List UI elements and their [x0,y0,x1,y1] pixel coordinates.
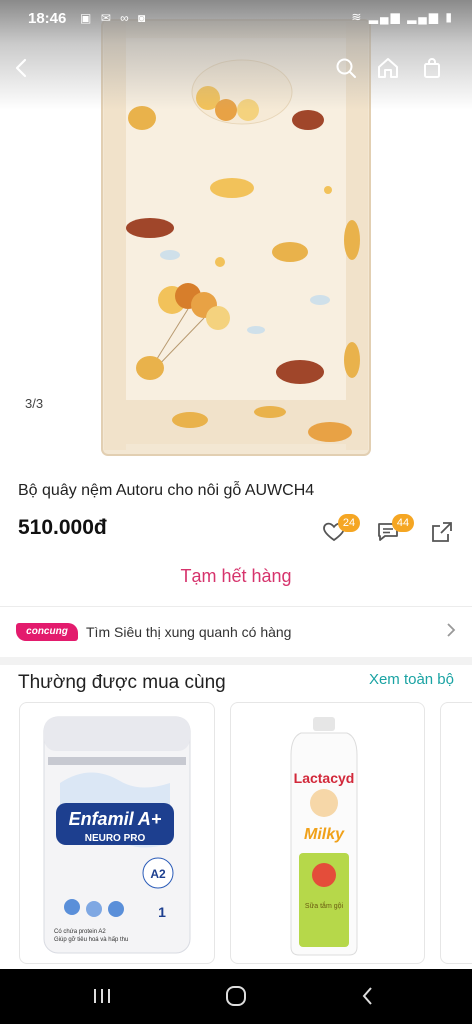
mail-icon: ✉ [100,11,114,25]
app-icon: ◙ [138,11,149,25]
card-note: Sữa tắm gội [305,901,344,910]
comments-count-badge: 44 [392,514,414,532]
share-icon [432,522,452,542]
image-counter: 3/3 [25,396,44,411]
card-note-2: Giúp gỡ tiêu hoá và hấp thu [54,937,128,943]
link-icon: ∞ [120,11,132,25]
card-tag: A2 [150,867,166,881]
recent-apps-icon [94,989,110,1003]
product-card[interactable]: Enfamil A+ NEURO PRO A2 1 Có chứa protei… [19,702,215,964]
system-icons: ≋ ▂▄▆ ▂▄▆ ▮ [351,10,454,24]
see-all-link[interactable]: Xem toàn bộ [369,671,454,688]
status-time: 18:46 [28,10,67,27]
circle-home-icon [226,986,246,1006]
like-button[interactable]: 24 [322,514,360,548]
card-line: NEURO PRO [85,833,146,844]
product-card[interactable]: Lactacyd Milky Sữa tắm gội [230,702,425,964]
section-title: Thường được mua cùng [18,672,226,693]
card-brand: Lactacyd [294,770,355,786]
recent-apps-button[interactable] [82,981,122,1011]
card-brand: Enfamil A+ [69,809,162,829]
card-line: Milky [304,826,345,843]
comment-button[interactable]: 44 [376,514,414,548]
search-icon [336,58,356,78]
product-title: Bộ quây nệm Autoru cho nôi gỗ AUWCH4 [18,482,315,499]
lactacyd-bottle-image: Lactacyd Milky Sữa tắm gội [290,717,358,956]
card-note: Có chứa protein A2 [54,929,106,935]
wifi-icon: ≋ [351,10,364,24]
back-button[interactable] [6,52,38,84]
battery-icon: ▮ [445,10,454,24]
home-icon [378,58,398,78]
product-price: 510.000đ [18,516,107,539]
store-finder-text: Tìm Siêu thị xung quanh có hàng [86,624,292,640]
store-finder-row[interactable]: concung Tìm Siêu thị xung quanh có hàng [0,607,472,657]
out-of-stock-button[interactable]: Tạm hết hàng [0,560,472,592]
likes-count-badge: 24 [338,514,360,532]
cart-button[interactable] [416,52,448,84]
chevron-right-icon [444,621,458,644]
status-bar: 18:46 ▣ ✉ ∞ ◙ ≋ ▂▄▆ ▂▄▆ ▮ [0,0,472,36]
enfamil-can-image: Enfamil A+ NEURO PRO A2 1 Có chứa protei… [43,716,191,954]
home-button[interactable] [372,52,404,84]
back-system-button[interactable] [348,981,388,1011]
home-system-button[interactable] [216,981,256,1011]
chevron-left-icon [15,58,27,78]
notification-icons: ▣ ✉ ∞ ◙ [80,11,148,25]
app-screen: 18:46 ▣ ✉ ∞ ◙ ≋ ▂▄▆ ▂▄▆ ▮ 3/3 Bộ quây nệ… [0,0,472,1024]
card-stage: 1 [158,904,166,920]
back-icon [362,987,372,1005]
image-icon: ▣ [80,11,95,25]
concung-logo: concung [16,623,78,641]
system-navigation-bar [0,969,472,1024]
section-divider [0,657,472,665]
signal-icon: ▂▄▆ [407,10,441,24]
share-button[interactable] [430,520,458,548]
signal-icon: ▂▄▆ [368,10,402,24]
shopping-bag-icon [424,58,440,78]
search-button[interactable] [330,52,362,84]
product-card[interactable] [440,702,472,964]
